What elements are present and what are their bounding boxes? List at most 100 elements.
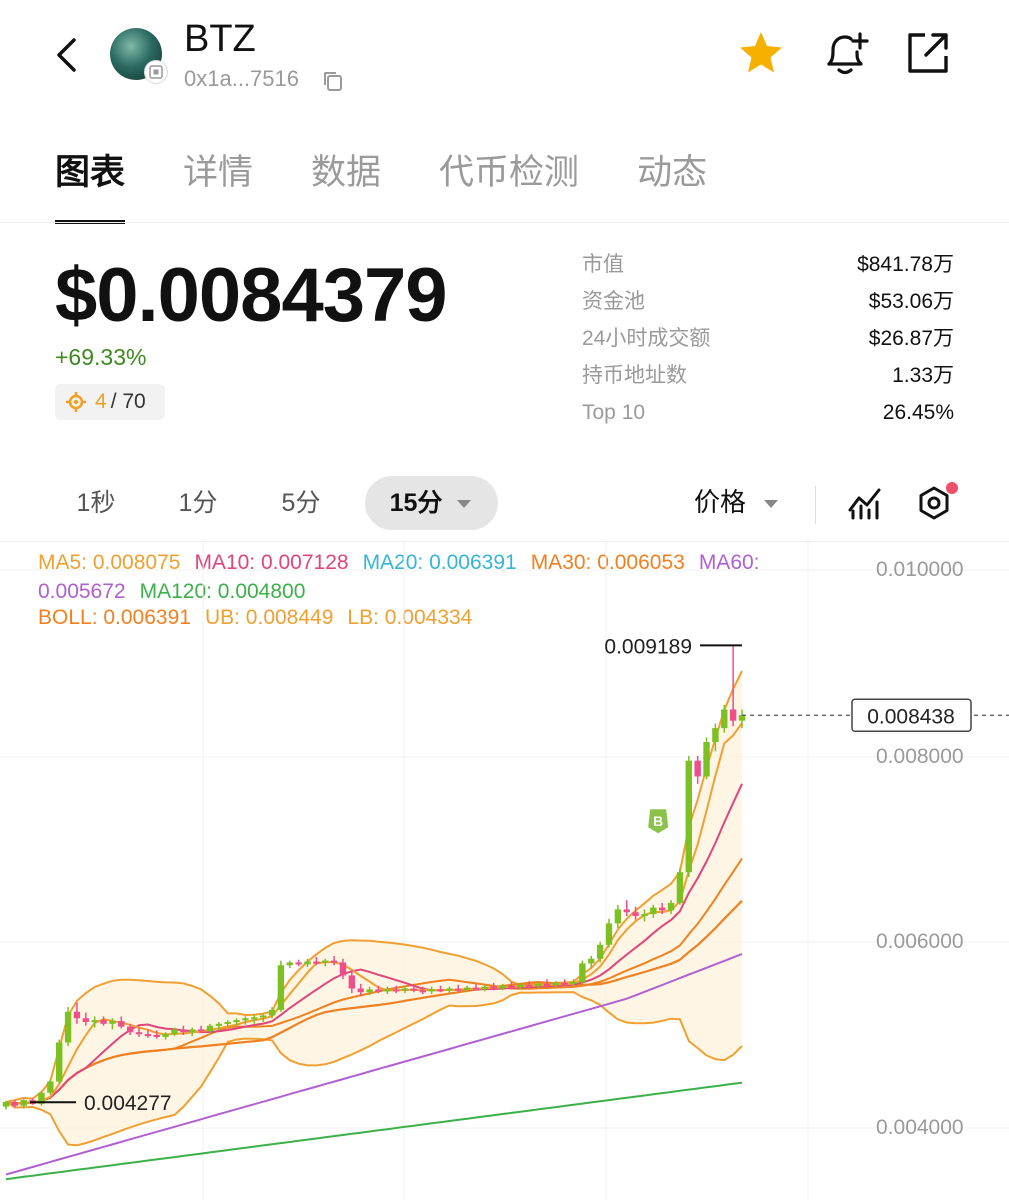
tab-token-check[interactable]: 代币检测 <box>439 148 579 224</box>
candle-body <box>268 1009 276 1016</box>
candle-body <box>641 914 648 917</box>
chart-indicator-icon <box>848 488 881 520</box>
share-button[interactable] <box>903 28 953 78</box>
candle-body <box>588 958 595 964</box>
interval-1m[interactable]: 1分 <box>160 476 236 530</box>
candle-body <box>197 1029 205 1032</box>
candle-body <box>729 709 737 721</box>
candle-body <box>623 909 630 913</box>
tab-data[interactable]: 数据 <box>311 148 381 224</box>
candle-body <box>455 988 462 991</box>
candle-body <box>650 907 657 915</box>
candle-body <box>295 962 302 965</box>
back-button[interactable] <box>44 30 88 80</box>
candle-body <box>419 990 426 993</box>
candle-body <box>463 987 471 990</box>
candle-body <box>561 982 568 985</box>
stat-value: 1.33万 <box>892 364 954 387</box>
toolbar-separator <box>815 486 816 524</box>
candle-body <box>579 963 586 982</box>
candle-body <box>286 962 293 966</box>
back-chevron-icon <box>57 38 76 72</box>
candle-body <box>64 1011 72 1043</box>
candle-body <box>189 1029 196 1033</box>
candle-body <box>56 1042 63 1082</box>
interval-15m[interactable]: 15分 <box>365 476 498 530</box>
tab-chart[interactable]: 图表 <box>55 148 126 224</box>
candle-body <box>224 1021 231 1024</box>
candle-body <box>2 1101 10 1107</box>
candle-body <box>605 923 613 945</box>
share-external-icon <box>908 33 948 73</box>
interval-5m[interactable]: 5分 <box>263 476 339 530</box>
favorite-button[interactable] <box>736 28 786 78</box>
stat-label: Top 10 <box>582 401 646 424</box>
tab-details[interactable]: 详情 <box>183 148 253 224</box>
candle-body <box>109 1021 116 1024</box>
candle-body <box>135 1032 143 1035</box>
candle-body <box>259 1015 267 1018</box>
candle-body <box>392 989 400 992</box>
chart-settings-button[interactable] <box>914 482 958 530</box>
interval-15m-label: 15分 <box>389 489 443 517</box>
y-axis-label: 0.004000 <box>876 1116 964 1139</box>
candle-body <box>703 742 710 777</box>
candle-body <box>659 907 666 911</box>
token-avatar <box>110 28 168 84</box>
candle-body <box>712 728 719 743</box>
price-type-select[interactable]: 价格 <box>694 476 780 530</box>
tab-divider <box>0 222 1009 223</box>
price-type-label: 价格 <box>694 488 747 518</box>
candle-body <box>410 988 418 991</box>
rank-badge[interactable]: 4 / 70 <box>55 384 165 420</box>
stat-label: 持币地址数 <box>582 364 687 387</box>
current-price: $0.0084379 <box>55 253 448 338</box>
candle-body <box>525 984 533 987</box>
candle-body <box>685 760 692 873</box>
candle-body <box>694 760 701 777</box>
stat-label: 资金池 <box>582 290 645 313</box>
stat-24h-volume: 24小时成交额 $26.87万 <box>582 322 954 359</box>
candle-body <box>517 984 524 987</box>
candle-body <box>73 1011 81 1019</box>
stat-value: $26.87万 <box>868 327 954 350</box>
token-name: BTZ <box>184 18 256 60</box>
candle-body <box>428 989 435 992</box>
candle-body <box>304 961 311 965</box>
candle-body <box>375 989 382 992</box>
buy-marker-label: B <box>653 813 663 829</box>
caret-down-icon <box>764 499 779 508</box>
price-change: +69.33% <box>55 344 147 370</box>
price-alert-button[interactable] <box>820 28 870 78</box>
candle-body <box>153 1035 160 1037</box>
candle-body <box>614 909 622 924</box>
stats-panel: 市值 $841.78万 资金池 $53.06万 24小时成交额 $26.87万 … <box>582 248 954 433</box>
candle-body <box>20 1100 27 1106</box>
stat-label: 24小时成交额 <box>582 327 711 350</box>
token-address: 0x1a...7516 <box>184 66 299 91</box>
candle-body <box>171 1029 178 1035</box>
indicator-button[interactable] <box>846 484 884 526</box>
candle-body <box>543 983 551 986</box>
stat-value: $53.06万 <box>868 290 954 313</box>
high-marker-label: 0.009189 <box>604 635 692 658</box>
candle-body <box>180 1029 187 1033</box>
interval-bar: 1秒 1分 5分 15分 价格 <box>0 476 1009 532</box>
target-icon <box>66 392 86 412</box>
copy-icon[interactable] <box>322 70 344 92</box>
y-axis-label: 0.010000 <box>876 558 964 581</box>
candle-body <box>596 944 604 959</box>
tab-activity[interactable]: 动态 <box>637 148 707 224</box>
candle-body <box>721 709 728 729</box>
caret-down-icon <box>457 500 472 509</box>
candle-body <box>437 989 444 992</box>
bollinger-band-fill <box>6 671 742 1146</box>
interval-1s[interactable]: 1秒 <box>58 476 134 530</box>
candle-body <box>738 715 746 721</box>
candlestick-chart[interactable]: B 0.009189 0.004277 0.008438 <box>0 542 1009 1200</box>
bell-plus-icon <box>827 32 869 75</box>
candle-body <box>330 960 338 963</box>
stat-liquidity: 资金池 $53.06万 <box>582 285 954 322</box>
candle-body <box>499 985 506 988</box>
star-icon <box>740 32 782 73</box>
